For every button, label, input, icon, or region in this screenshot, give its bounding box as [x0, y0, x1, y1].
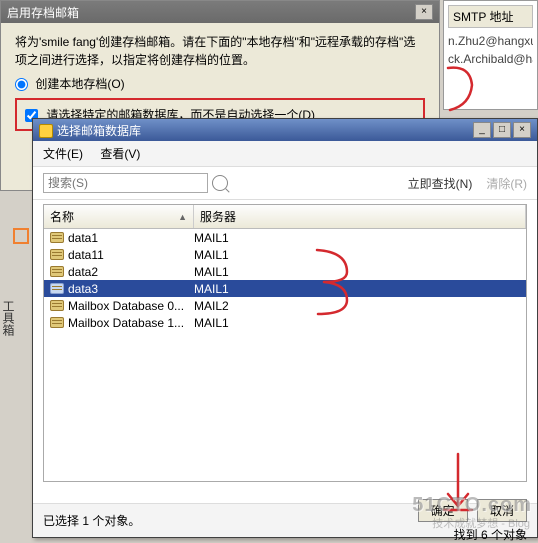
close-icon[interactable]: × — [415, 4, 433, 20]
row-server: MAIL1 — [194, 265, 520, 279]
smtp-header: SMTP 地址 — [448, 5, 533, 28]
table-row[interactable]: Mailbox Database 0... MAIL2 — [44, 297, 526, 314]
close-icon[interactable]: × — [513, 122, 531, 138]
table-row[interactable]: data2 MAIL1 — [44, 263, 526, 280]
database-icon — [39, 124, 53, 138]
database-table: 名称▲ 服务器 data1MAIL1data11MAIL1data2MAIL1d… — [43, 204, 527, 482]
menu-view[interactable]: 查看(V) — [100, 147, 140, 161]
menubar: 文件(E) 查看(V) — [33, 141, 537, 167]
minimize-icon[interactable]: _ — [473, 122, 491, 138]
clear-link[interactable]: 清除(R) — [486, 175, 527, 192]
table-header: 名称▲ 服务器 — [44, 205, 526, 229]
archive-description: 将为'smile fang'创建存档邮箱。请在下面的"本地存档"和"远程承载的存… — [15, 33, 425, 69]
select-db-title: 选择邮箱数据库 — [57, 124, 141, 138]
window-controls: _ □ × — [473, 122, 531, 138]
radio-label: 创建本地存档(O) — [35, 77, 124, 91]
create-local-archive-radio[interactable]: 创建本地存档(O) — [15, 75, 425, 92]
find-now-link[interactable]: 立即查找(N) — [408, 175, 473, 192]
column-server[interactable]: 服务器 — [194, 205, 526, 228]
select-db-titlebar: 选择邮箱数据库 _ □ × — [33, 119, 537, 141]
title-left: 选择邮箱数据库 — [39, 122, 141, 139]
toolbox-label: 工具箱 — [0, 300, 17, 336]
table-row[interactable]: data11 MAIL1 — [44, 246, 526, 263]
status-selected: 已选择 1 个对象。 — [43, 512, 140, 529]
smtp-panel: SMTP 地址 n.Zhu2@hangxun... ck.Archibald@h… — [443, 0, 538, 110]
database-icon — [50, 317, 64, 328]
row-name: data2 — [68, 265, 98, 279]
table-row[interactable]: data3 MAIL1 — [44, 280, 526, 297]
database-icon — [50, 266, 64, 277]
database-icon — [50, 283, 64, 294]
table-row[interactable]: data1 MAIL1 — [44, 229, 526, 246]
row-server: MAIL1 — [194, 248, 520, 262]
search-icon[interactable] — [212, 175, 228, 191]
database-icon — [50, 300, 64, 311]
table-row[interactable]: Mailbox Database 1... MAIL1 — [44, 314, 526, 331]
row-name: data1 — [68, 231, 98, 245]
search-input[interactable] — [43, 173, 208, 193]
row-server: MAIL1 — [194, 282, 520, 296]
row-server: MAIL1 — [194, 316, 520, 330]
archive-dialog-titlebar: 启用存档邮箱 × — [1, 1, 439, 23]
row-name: data11 — [68, 248, 104, 262]
radio-input[interactable] — [15, 78, 28, 91]
archive-dialog-title: 启用存档邮箱 — [7, 4, 79, 21]
row-server: MAIL1 — [194, 231, 520, 245]
database-icon — [50, 249, 64, 260]
sort-asc-icon: ▲ — [178, 212, 187, 222]
search-toolbar: 立即查找(N) 清除(R) — [33, 167, 537, 200]
row-name: Mailbox Database 1... — [68, 316, 184, 330]
column-name[interactable]: 名称▲ — [44, 205, 194, 228]
watermark-sub: 技术成就梦想 - Blog — [432, 515, 530, 531]
row-server: MAIL2 — [194, 299, 520, 313]
smtp-address-1: n.Zhu2@hangxun... — [448, 32, 533, 50]
row-name: Mailbox Database 0... — [68, 299, 184, 313]
smtp-address-2: ck.Archibald@ha... — [448, 50, 533, 68]
database-icon — [50, 232, 64, 243]
table-body: data1 MAIL1 data11 MAIL1 data2 MAIL1 data3 MAIL… — [44, 229, 526, 331]
select-database-dialog: 选择邮箱数据库 _ □ × 文件(E) 查看(V) 立即查找(N) 清除(R) … — [32, 118, 538, 538]
maximize-icon[interactable]: □ — [493, 122, 511, 138]
orange-marker-icon — [13, 228, 29, 244]
row-name: data3 — [68, 282, 98, 296]
menu-file[interactable]: 文件(E) — [43, 147, 83, 161]
watermark: 51CTO.com — [412, 494, 532, 517]
